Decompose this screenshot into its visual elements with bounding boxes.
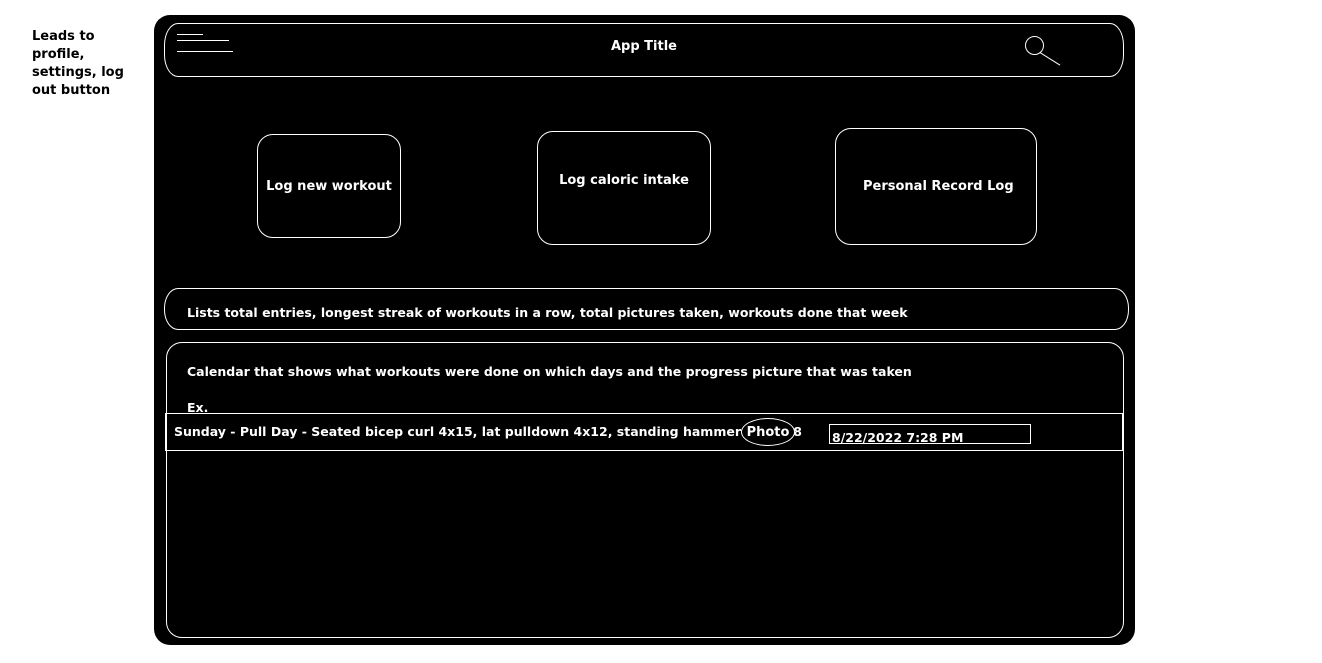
search-icon[interactable] bbox=[1025, 36, 1065, 66]
workout-entry-text: Sunday - Pull Day - Seated bicep curl 4x… bbox=[174, 424, 802, 439]
app-window: App Title Log new workout Log caloric in… bbox=[154, 15, 1135, 645]
stats-summary-text: Lists total entries, longest streak of w… bbox=[187, 305, 908, 320]
menu-annotation-note: Leads to profile, settings, log out butt… bbox=[32, 29, 124, 98]
entry-timestamp: 8/22/2022 7:28 PM bbox=[829, 424, 1031, 444]
log-caloric-intake-button[interactable]: Log caloric intake bbox=[537, 131, 711, 245]
calendar-entry-row[interactable]: Sunday - Pull Day - Seated bicep curl 4x… bbox=[165, 413, 1123, 451]
workout-calendar: Calendar that shows what workouts were d… bbox=[166, 342, 1124, 638]
app-title: App Title bbox=[610, 39, 677, 54]
personal-record-log-button[interactable]: Personal Record Log bbox=[835, 128, 1037, 245]
progress-photo-button[interactable]: Photo bbox=[741, 418, 795, 446]
stats-summary-bar: Lists total entries, longest streak of w… bbox=[164, 288, 1129, 330]
log-new-workout-button[interactable]: Log new workout bbox=[257, 134, 401, 238]
app-header: App Title bbox=[164, 23, 1124, 77]
calendar-description: Calendar that shows what workouts were d… bbox=[187, 364, 912, 379]
